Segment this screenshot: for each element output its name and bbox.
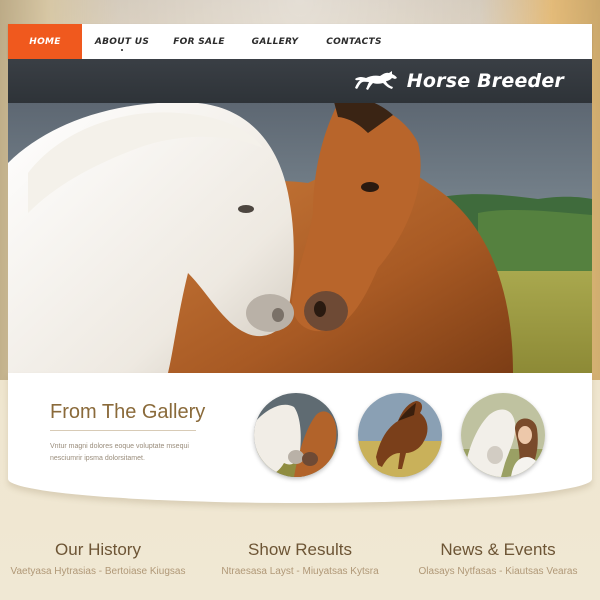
hover-dot: [121, 49, 123, 51]
horses-illustration: [8, 103, 592, 373]
nav-item-for-sale[interactable]: FOR SALE: [162, 24, 236, 59]
nav-item-label: ABOUT US: [94, 36, 150, 47]
column-title[interactable]: Our History: [3, 540, 193, 560]
hero-image: [8, 103, 592, 373]
gallery-thumbnail-two-horses[interactable]: [254, 393, 338, 477]
gallery-thumbnail-girl-with-horse[interactable]: [461, 393, 545, 477]
nav-item-contacts[interactable]: CONTACTS: [314, 24, 394, 59]
site-title[interactable]: Horse Breeder: [407, 70, 564, 92]
running-horse-icon[interactable]: [353, 70, 399, 92]
column-subtitle: Ntraesasa Layst - Miuyatsas Kytsra: [221, 566, 379, 577]
column-title[interactable]: Show Results: [205, 540, 395, 560]
gallery-thumbnail-rearing-horse[interactable]: [358, 393, 442, 477]
gallery-card: From The Gallery Vntur magni dolores eoq…: [8, 373, 592, 503]
column-our-history: Our History Vaetyasa Hytrasias - Bertoia…: [3, 540, 193, 577]
brand-bar: Horse Breeder: [8, 59, 592, 103]
divider: [50, 430, 196, 431]
column-show-results: Show Results Ntraesasa Layst - Miuyatsas…: [205, 540, 395, 577]
nav-item-about-us[interactable]: ABOUT US: [82, 24, 162, 59]
main-nav: HOME ABOUT US FOR SALE GALLERY CONTACTS: [8, 24, 592, 59]
thumbnail-image: [358, 393, 442, 477]
nav-item-gallery[interactable]: GALLERY: [236, 24, 314, 59]
thumbnail-image: [254, 393, 338, 477]
thumbnail-image: [461, 393, 545, 477]
column-subtitle: Vaetyasa Hytrasias - Bertoiase Kiugsas: [10, 566, 186, 577]
column-news-events: News & Events Olasays Nytfasas - Kiautsa…: [403, 540, 593, 577]
gallery-heading: From The Gallery: [50, 401, 206, 423]
gallery-description: Vntur magni dolores eoque voluptate mseq…: [50, 443, 189, 462]
column-subtitle: Olasays Nytfasas - Kiautsas Vearas: [418, 566, 578, 577]
nav-item-home[interactable]: HOME: [8, 24, 82, 59]
column-title[interactable]: News & Events: [403, 540, 593, 560]
